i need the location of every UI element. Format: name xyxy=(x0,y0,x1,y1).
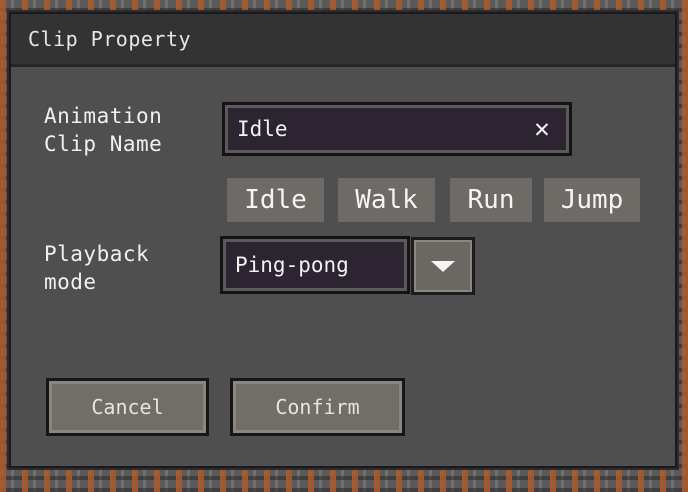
dialog-title: Clip Property xyxy=(28,27,192,51)
playback-mode-select[interactable]: Ping-pong xyxy=(220,236,410,294)
clip-name-input[interactable]: Idle ✕ xyxy=(222,102,572,156)
clip-property-dialog: Clip Property Animation Clip Name Idle ✕… xyxy=(9,12,677,468)
preset-jump-button[interactable]: Jump xyxy=(544,178,640,222)
confirm-button[interactable]: Confirm xyxy=(230,378,405,436)
playback-mode-dropdown-button[interactable] xyxy=(411,237,475,295)
cancel-button[interactable]: Cancel xyxy=(46,378,209,436)
playback-mode-label-line1: Playback xyxy=(44,242,150,266)
playback-mode-label-line2: mode xyxy=(44,270,97,294)
chevron-down-icon xyxy=(431,260,455,272)
preset-walk-button[interactable]: Walk xyxy=(338,178,435,222)
preset-run-button[interactable]: Run xyxy=(450,178,532,222)
clip-name-label-line2: Clip Name xyxy=(44,132,163,156)
preset-idle-button[interactable]: Idle xyxy=(227,178,324,222)
playback-mode-value: Ping-pong xyxy=(235,253,349,277)
clip-name-label-line1: Animation xyxy=(44,104,163,128)
clip-name-value[interactable]: Idle xyxy=(225,117,527,141)
playback-mode-label: Playback mode xyxy=(44,240,149,296)
clip-name-label: Animation Clip Name xyxy=(44,102,162,158)
close-icon[interactable]: ✕ xyxy=(527,114,557,144)
dialog-titlebar: Clip Property xyxy=(11,14,675,67)
